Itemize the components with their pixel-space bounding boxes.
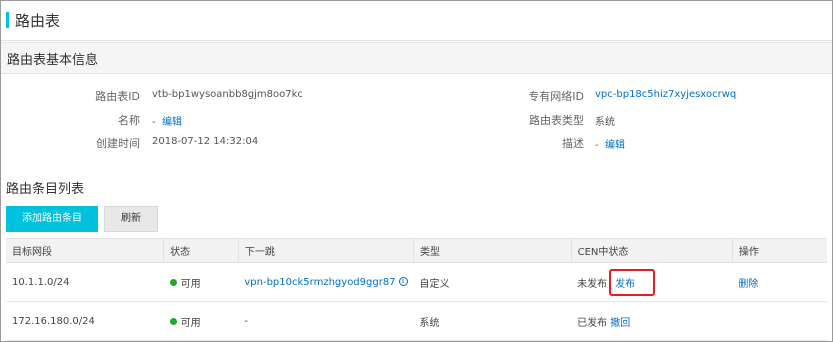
title-bar: 路由表 — [1, 1, 832, 41]
column-header-cen-status: CEN中状态 — [570, 238, 733, 263]
status-text: 可用 — [180, 317, 201, 329]
type-cell: 系统 — [413, 301, 572, 341]
created-time-label: 创建时间 — [96, 137, 140, 150]
cen-status-cell: 已发布 撤回 — [571, 301, 733, 341]
name-value: - — [152, 117, 156, 128]
cen-status-text: 未发布 — [577, 278, 608, 290]
column-header-operation: 操作 — [731, 238, 827, 263]
operation-cell: 删除 — [732, 262, 827, 302]
withdraw-link[interactable]: 撤回 — [610, 318, 630, 329]
info-icon[interactable]: i — [398, 277, 408, 286]
basic-info-title: 路由表基本信息 — [7, 53, 99, 68]
name-value-group: - 编辑 — [152, 113, 182, 128]
status-cell: 可用 — [163, 262, 239, 302]
column-header-type: 类型 — [413, 238, 572, 263]
page-title: 路由表 — [15, 12, 61, 30]
status-text: 可用 — [180, 278, 201, 290]
cen-status-cell: 未发布 发布 — [571, 262, 733, 302]
publish-link[interactable]: 发布 — [615, 279, 635, 290]
route-table-type-label: 路由表类型 — [529, 114, 584, 127]
table-row: 172.16.180.0/24 可用 - 系统 已发布 撤回 — [6, 301, 827, 341]
column-header-next-hop: 下一跳 — [237, 238, 414, 263]
operation-cell — [732, 301, 827, 341]
column-header-cidr: 目标网段 — [6, 238, 164, 263]
route-entries-title: 路由条目列表 — [6, 182, 85, 197]
edit-name-link[interactable]: 编辑 — [162, 117, 182, 128]
next-hop-cell: - — [238, 301, 414, 341]
title-accent-bar — [6, 12, 9, 28]
name-label: 名称 — [118, 114, 140, 127]
cidr-cell: 10.1.1.0/24 — [6, 262, 164, 302]
refresh-button[interactable]: 刷新 — [104, 206, 158, 232]
route-entries-table: 目标网段 状态 下一跳 类型 CEN中状态 操作 10.1.1.0/24 可用 … — [6, 238, 827, 341]
next-hop-link[interactable]: vpn-bp10ck5rmzhgyod9ggr87 — [244, 277, 395, 288]
route-table-id-value: vtb-bp1wysoanbb8gjm8oo7kc — [152, 89, 303, 100]
basic-info-header: 路由表基本信息 — [1, 42, 832, 74]
route-table-type-value: 系统 — [595, 117, 615, 128]
type-cell: 自定义 — [413, 262, 572, 302]
table-row: 10.1.1.0/24 可用 vpn-bp10ck5rmzhgyod9ggr87… — [6, 262, 827, 302]
created-time-value: 2018-07-12 14:32:04 — [152, 136, 259, 147]
route-table-id-label: 路由表ID — [95, 90, 140, 103]
add-route-entry-button[interactable]: 添加路由条目 — [6, 206, 98, 232]
cidr-cell: 172.16.180.0/24 — [6, 301, 164, 341]
status-ok-icon — [169, 279, 177, 286]
column-header-status: 状态 — [163, 238, 239, 263]
edit-description-link[interactable]: 编辑 — [605, 140, 625, 151]
status-cell: 可用 — [163, 301, 239, 341]
description-label: 描述 — [562, 137, 584, 150]
description-value: - — [595, 140, 599, 151]
status-ok-icon — [169, 318, 177, 325]
table-header-row: 目标网段 状态 下一跳 类型 CEN中状态 操作 — [6, 238, 827, 263]
vpc-id-label: 专有网络ID — [528, 90, 584, 103]
vpc-id-link[interactable]: vpc-bp18c5hiz7xyjesxocrwq — [595, 89, 736, 100]
delete-link[interactable]: 删除 — [738, 279, 758, 290]
cen-status-text: 已发布 — [577, 317, 608, 329]
description-value-group: - 编辑 — [595, 136, 625, 151]
publish-highlight-box: 发布 — [609, 268, 656, 296]
next-hop-cell: vpn-bp10ck5rmzhgyod9ggr87 i — [238, 262, 414, 302]
